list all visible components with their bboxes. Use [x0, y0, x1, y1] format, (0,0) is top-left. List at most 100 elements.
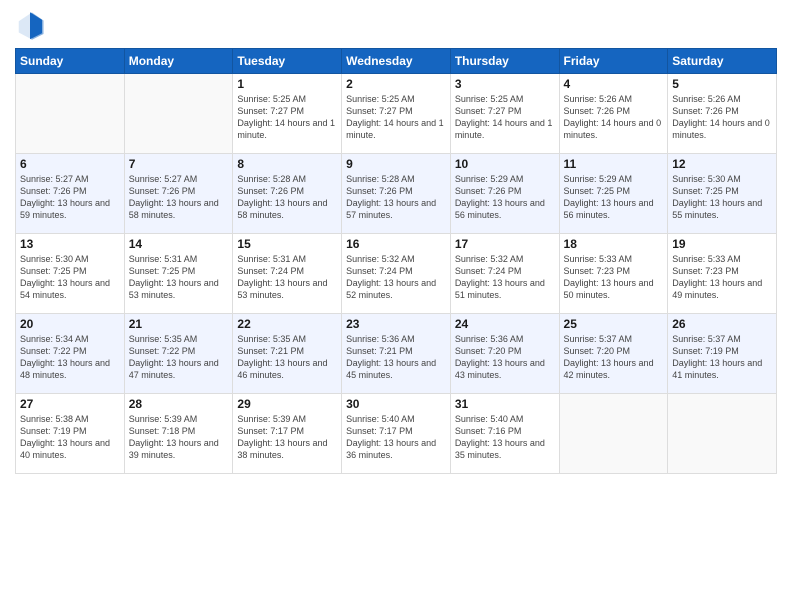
header	[15, 10, 777, 40]
calendar-cell: 28Sunrise: 5:39 AM Sunset: 7:18 PM Dayli…	[124, 394, 233, 474]
day-number: 6	[20, 157, 120, 171]
day-number: 31	[455, 397, 555, 411]
calendar-cell: 29 Sunrise: 5:39 AM Sunset: 7:17 PM Dayli…	[233, 394, 342, 474]
day-info: Sunrise: 5:40 AM Sunset: 7:17 PM Dayligh…	[346, 413, 446, 462]
calendar-cell: 6 Sunrise: 5:27 AM Sunset: 7:26 PM Daylig…	[16, 154, 125, 234]
calendar-cell: 27 Sunrise: 5:38 AM Sunset: 7:19 PM Dayli…	[16, 394, 125, 474]
day-info: Sunrise: 5:29 AM Sunset: 7:26 PM Dayligh…	[455, 173, 555, 222]
day-info: Sunrise: 5:31 AM Sunset: 7:25 PM Dayligh…	[129, 253, 229, 302]
calendar-week-row: 1Sunrise: 5:25 AM Sunset: 7:27 PM Daylig…	[16, 74, 777, 154]
day-info: Sunrise: 5:34 AM Sunset: 7:22 PM Dayligh…	[20, 333, 120, 382]
calendar-week-row: 27 Sunrise: 5:38 AM Sunset: 7:19 PM Dayli…	[16, 394, 777, 474]
calendar-cell: 10Sunrise: 5:29 AM Sunset: 7:26 PM Dayli…	[450, 154, 559, 234]
day-info: Sunrise: 5:39 AM Sunset: 7:17 PM Dayligh…	[237, 413, 337, 462]
day-number: 28	[129, 397, 229, 411]
day-info: Sunrise: 5:31 AM Sunset: 7:24 PM Dayligh…	[237, 253, 337, 302]
calendar-week-row: 6 Sunrise: 5:27 AM Sunset: 7:26 PM Daylig…	[16, 154, 777, 234]
day-number: 23	[346, 317, 446, 331]
calendar-cell: 16 Sunrise: 5:32 AM Sunset: 7:24 PM Dayli…	[342, 234, 451, 314]
day-info: Sunrise: 5:33 AM Sunset: 7:23 PM Dayligh…	[564, 253, 664, 302]
day-number: 18	[564, 237, 664, 251]
calendar-cell: 19 Sunrise: 5:33 AM Sunset: 7:23 PM Dayli…	[668, 234, 777, 314]
day-info: Sunrise: 5:35 AM Sunset: 7:22 PM Dayligh…	[129, 333, 229, 382]
day-number: 3	[455, 77, 555, 91]
day-number: 22	[237, 317, 337, 331]
calendar-week-row: 20 Sunrise: 5:34 AM Sunset: 7:22 PM Dayli…	[16, 314, 777, 394]
calendar-cell: 3 Sunrise: 5:25 AM Sunset: 7:27 PM Daylig…	[450, 74, 559, 154]
day-number: 30	[346, 397, 446, 411]
day-info: Sunrise: 5:35 AM Sunset: 7:21 PM Dayligh…	[237, 333, 337, 382]
day-info: Sunrise: 5:38 AM Sunset: 7:19 PM Dayligh…	[20, 413, 120, 462]
day-number: 7	[129, 157, 229, 171]
day-number: 8	[237, 157, 337, 171]
day-info: Sunrise: 5:29 AM Sunset: 7:25 PM Dayligh…	[564, 173, 664, 222]
calendar-cell: 12Sunrise: 5:30 AM Sunset: 7:25 PM Dayli…	[668, 154, 777, 234]
calendar-cell: 31 Sunrise: 5:40 AM Sunset: 7:16 PM Dayli…	[450, 394, 559, 474]
day-info: Sunrise: 5:25 AM Sunset: 7:27 PM Dayligh…	[455, 93, 555, 142]
day-number: 25	[564, 317, 664, 331]
calendar-week-row: 13 Sunrise: 5:30 AM Sunset: 7:25 PM Dayli…	[16, 234, 777, 314]
day-info: Sunrise: 5:25 AM Sunset: 7:27 PM Dayligh…	[237, 93, 337, 142]
day-info: Sunrise: 5:26 AM Sunset: 7:26 PM Dayligh…	[672, 93, 772, 142]
calendar-cell: 24 Sunrise: 5:36 AM Sunset: 7:20 PM Dayli…	[450, 314, 559, 394]
calendar-cell: 5 Sunrise: 5:26 AM Sunset: 7:26 PM Daylig…	[668, 74, 777, 154]
day-info: Sunrise: 5:27 AM Sunset: 7:26 PM Dayligh…	[20, 173, 120, 222]
logo-icon	[15, 10, 45, 40]
calendar-table: SundayMondayTuesdayWednesdayThursdayFrid…	[15, 48, 777, 474]
calendar-cell: 4Sunrise: 5:26 AM Sunset: 7:26 PM Daylig…	[559, 74, 668, 154]
calendar-header-row: SundayMondayTuesdayWednesdayThursdayFrid…	[16, 49, 777, 74]
weekday-header: Saturday	[668, 49, 777, 74]
calendar-cell: 17 Sunrise: 5:32 AM Sunset: 7:24 PM Dayli…	[450, 234, 559, 314]
day-number: 24	[455, 317, 555, 331]
day-info: Sunrise: 5:37 AM Sunset: 7:20 PM Dayligh…	[564, 333, 664, 382]
day-number: 29	[237, 397, 337, 411]
day-info: Sunrise: 5:32 AM Sunset: 7:24 PM Dayligh…	[346, 253, 446, 302]
day-info: Sunrise: 5:28 AM Sunset: 7:26 PM Dayligh…	[346, 173, 446, 222]
day-number: 21	[129, 317, 229, 331]
day-number: 16	[346, 237, 446, 251]
day-number: 13	[20, 237, 120, 251]
day-info: Sunrise: 5:40 AM Sunset: 7:16 PM Dayligh…	[455, 413, 555, 462]
calendar-cell	[16, 74, 125, 154]
weekday-header: Wednesday	[342, 49, 451, 74]
page: SundayMondayTuesdayWednesdayThursdayFrid…	[0, 0, 792, 612]
weekday-header: Sunday	[16, 49, 125, 74]
day-number: 9	[346, 157, 446, 171]
day-info: Sunrise: 5:36 AM Sunset: 7:20 PM Dayligh…	[455, 333, 555, 382]
day-number: 5	[672, 77, 772, 91]
calendar-cell: 15 Sunrise: 5:31 AM Sunset: 7:24 PM Dayli…	[233, 234, 342, 314]
day-info: Sunrise: 5:27 AM Sunset: 7:26 PM Dayligh…	[129, 173, 229, 222]
day-info: Sunrise: 5:28 AM Sunset: 7:26 PM Dayligh…	[237, 173, 337, 222]
calendar-cell: 2Sunrise: 5:25 AM Sunset: 7:27 PM Daylig…	[342, 74, 451, 154]
calendar-cell: 9 Sunrise: 5:28 AM Sunset: 7:26 PM Daylig…	[342, 154, 451, 234]
calendar-cell: 8 Sunrise: 5:28 AM Sunset: 7:26 PM Daylig…	[233, 154, 342, 234]
calendar-cell: 30 Sunrise: 5:40 AM Sunset: 7:17 PM Dayli…	[342, 394, 451, 474]
day-number: 17	[455, 237, 555, 251]
calendar-cell	[124, 74, 233, 154]
day-info: Sunrise: 5:37 AM Sunset: 7:19 PM Dayligh…	[672, 333, 772, 382]
calendar-cell: 7 Sunrise: 5:27 AM Sunset: 7:26 PM Daylig…	[124, 154, 233, 234]
day-number: 15	[237, 237, 337, 251]
weekday-header: Thursday	[450, 49, 559, 74]
calendar-cell: 22 Sunrise: 5:35 AM Sunset: 7:21 PM Dayli…	[233, 314, 342, 394]
day-number: 4	[564, 77, 664, 91]
logo	[15, 10, 49, 40]
calendar-cell: 13 Sunrise: 5:30 AM Sunset: 7:25 PM Dayli…	[16, 234, 125, 314]
day-number: 11	[564, 157, 664, 171]
day-number: 2	[346, 77, 446, 91]
day-info: Sunrise: 5:33 AM Sunset: 7:23 PM Dayligh…	[672, 253, 772, 302]
day-number: 19	[672, 237, 772, 251]
day-number: 27	[20, 397, 120, 411]
calendar-cell	[668, 394, 777, 474]
calendar-cell: 25 Sunrise: 5:37 AM Sunset: 7:20 PM Dayli…	[559, 314, 668, 394]
calendar-cell: 20 Sunrise: 5:34 AM Sunset: 7:22 PM Dayli…	[16, 314, 125, 394]
calendar-cell: 18 Sunrise: 5:33 AM Sunset: 7:23 PM Dayli…	[559, 234, 668, 314]
calendar-cell: 14Sunrise: 5:31 AM Sunset: 7:25 PM Dayli…	[124, 234, 233, 314]
weekday-header: Monday	[124, 49, 233, 74]
day-info: Sunrise: 5:36 AM Sunset: 7:21 PM Dayligh…	[346, 333, 446, 382]
day-number: 20	[20, 317, 120, 331]
day-info: Sunrise: 5:32 AM Sunset: 7:24 PM Dayligh…	[455, 253, 555, 302]
day-info: Sunrise: 5:30 AM Sunset: 7:25 PM Dayligh…	[672, 173, 772, 222]
weekday-header: Tuesday	[233, 49, 342, 74]
day-info: Sunrise: 5:30 AM Sunset: 7:25 PM Dayligh…	[20, 253, 120, 302]
